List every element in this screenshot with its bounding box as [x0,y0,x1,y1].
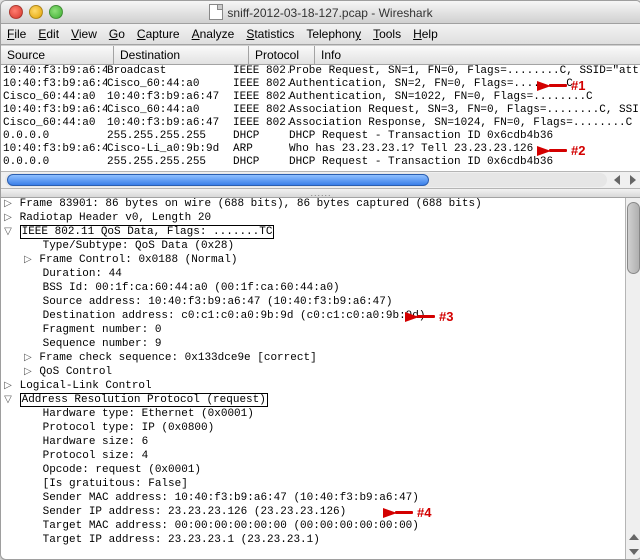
expand-icon[interactable]: ▷ [23,366,33,377]
packet-list[interactable]: 10:40:f3:b9:a6:47BroadcastIEEE 802.Probe… [1,65,640,171]
col-info[interactable]: Info [315,46,640,64]
menu-tools[interactable]: Tools [373,27,401,41]
arrow-icon [549,84,567,87]
collapse-icon[interactable]: ▽ [3,394,13,405]
tree-arp-hw[interactable]: Hardware type: Ethernet (0x0001) [43,408,254,420]
hscroll-thumb[interactable] [7,174,429,186]
vscrollbar[interactable] [625,198,640,559]
tree-srca[interactable]: Source address: 10:40:f3:b9:a6:47 (10:40… [43,296,393,308]
scroll-down-button[interactable] [626,544,640,559]
tree-dsta[interactable]: Destination address: c0:c1:c0:a0:9b:9d (… [43,310,426,322]
expand-icon[interactable]: ▷ [3,380,13,391]
menu-file[interactable]: File [7,27,26,41]
hscroll-track[interactable] [5,173,607,187]
table-row[interactable]: 0.0.0.0255.255.255.255DHCPDHCP Request -… [1,130,640,143]
tree-arp-ps[interactable]: Protocol size: 4 [43,450,149,462]
menu-statistics[interactable]: Statistics [246,27,294,41]
column-headers[interactable]: Source Destination Protocol Info [1,45,640,65]
chevron-up-icon [629,534,639,540]
vscroll-thumb[interactable] [627,202,640,274]
tree-arp-op[interactable]: Opcode: request (0x0001) [43,464,201,476]
pane-splitter[interactable]: ...... [1,189,640,198]
menu-edit[interactable]: Edit [38,27,59,41]
window-title: sniff-2012-03-18-127.pcap - Wireshark [1,4,640,20]
table-row[interactable]: 10:40:f3:b9:a6:47BroadcastIEEE 802.Probe… [1,65,640,78]
packet-details[interactable]: ▷ Frame 83901: 86 bytes on wire (688 bit… [1,198,640,559]
menu-help[interactable]: Help [413,27,438,41]
traffic-lights [9,5,63,19]
chevron-right-icon [630,175,636,185]
menu-go[interactable]: Go [109,27,125,41]
tree-arp-tmac[interactable]: Target MAC address: 00:00:00:00:00:00 (0… [43,520,419,532]
chevron-down-icon [629,549,639,555]
tree-radiotap[interactable]: Radiotap Header v0, Length 20 [20,212,211,224]
tree-arp-sip[interactable]: Sender IP address: 23.23.23.126 (23.23.2… [43,506,347,518]
tree-ieee[interactable]: IEEE 802.11 QoS Data, Flags: .......TC [20,225,275,239]
scroll-right-button[interactable] [625,172,640,188]
minimize-icon[interactable] [29,5,43,19]
col-source[interactable]: Source [1,46,114,64]
document-icon [209,4,223,20]
tree-dur[interactable]: Duration: 44 [43,268,122,280]
tree-frag[interactable]: Fragment number: 0 [43,324,162,336]
tree-seq[interactable]: Sequence number: 9 [43,338,162,350]
expand-icon[interactable]: ▷ [23,254,33,265]
marker-4: #4 [417,505,431,520]
expand-icon[interactable]: ▷ [3,198,13,209]
tree-fcs[interactable]: Frame check sequence: 0x133dce9e [correc… [39,352,316,364]
arrow-icon [417,315,435,318]
expand-icon[interactable]: ▷ [3,212,13,223]
marker-2: #2 [571,143,585,158]
tree-frame[interactable]: Frame 83901: 86 bytes on wire (688 bits)… [20,198,482,210]
window-title-text: sniff-2012-03-18-127.pcap - Wireshark [227,6,432,20]
tree-type[interactable]: Type/Subtype: QoS Data (0x28) [43,240,234,252]
arrow-icon [405,312,419,322]
arrow-icon [537,146,551,156]
table-row[interactable]: Cisco_60:44:a010:40:f3:b9:a6:47IEEE 802.… [1,91,640,104]
tree-arp-smac[interactable]: Sender MAC address: 10:40:f3:b9:a6:47 (1… [43,492,419,504]
menu-view[interactable]: View [71,27,97,41]
hscrollbar[interactable] [1,171,640,189]
arrow-icon [383,508,397,518]
main-window: sniff-2012-03-18-127.pcap - Wireshark Fi… [0,0,640,560]
menu-telephony[interactable]: Telephony [306,27,361,41]
expand-icon[interactable]: ▷ [23,352,33,363]
arrow-icon [395,511,413,514]
arrow-icon [537,81,551,91]
table-row[interactable]: Cisco_60:44:a010:40:f3:b9:a6:47IEEE 802.… [1,117,640,130]
chevron-left-icon [614,175,620,185]
tree-bss[interactable]: BSS Id: 00:1f:ca:60:44:a0 (00:1f:ca:60:4… [43,282,340,294]
col-protocol[interactable]: Protocol [249,46,315,64]
col-destination[interactable]: Destination [114,46,249,64]
scroll-up-button[interactable] [626,529,640,544]
tree-arp[interactable]: Address Resolution Protocol (request) [20,393,268,407]
tree-qos[interactable]: QoS Control [39,366,112,378]
table-row[interactable]: 10:40:f3:b9:a6:47Cisco_60:44:a0IEEE 802.… [1,104,640,117]
menu-analyze[interactable]: Analyze [192,27,235,41]
menu-capture[interactable]: Capture [137,27,180,41]
marker-1: #1 [571,78,585,93]
tree-fc[interactable]: Frame Control: 0x0188 (Normal) [39,254,237,266]
menu-bar[interactable]: File Edit View Go Capture Analyze Statis… [1,24,640,45]
close-icon[interactable] [9,5,23,19]
marker-3: #3 [439,309,453,324]
table-row[interactable]: 0.0.0.0255.255.255.255DHCPDHCP Request -… [1,156,640,169]
arrow-icon [549,149,567,152]
scroll-left-button[interactable] [609,172,625,188]
tree-arp-grat[interactable]: [Is gratuitous: False] [43,478,188,490]
tree-arp-pt[interactable]: Protocol type: IP (0x0800) [43,422,215,434]
collapse-icon[interactable]: ▽ [3,226,13,237]
zoom-icon[interactable] [49,5,63,19]
tree-arp-tip[interactable]: Target IP address: 23.23.23.1 (23.23.23.… [43,534,320,546]
title-bar[interactable]: sniff-2012-03-18-127.pcap - Wireshark [1,1,640,24]
tree-arp-hs[interactable]: Hardware size: 6 [43,436,149,448]
tree-llc[interactable]: Logical-Link Control [20,380,152,392]
